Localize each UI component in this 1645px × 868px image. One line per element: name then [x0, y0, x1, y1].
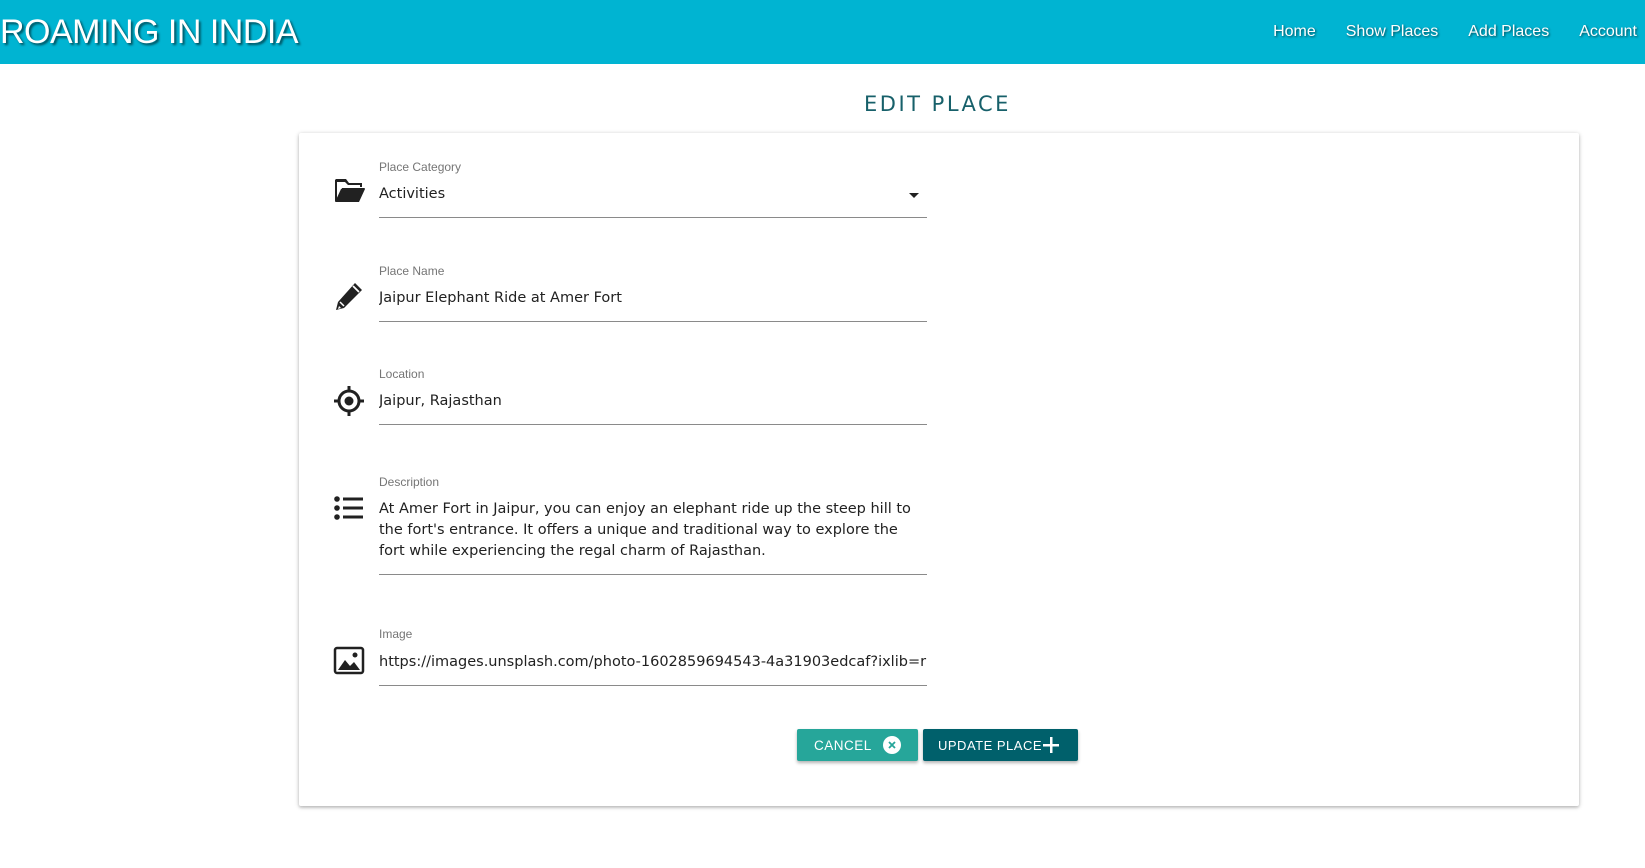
top-navbar: ROAMING IN INDIA Home Show Places Add Pl…	[0, 0, 1645, 64]
cancel-button-label: CANCEL	[814, 737, 872, 753]
cancel-circle-icon	[883, 736, 901, 754]
description-label: Description	[379, 475, 440, 489]
edit-place-form-card: Place Category Activities Place Name Jai…	[299, 133, 1579, 806]
place-category-underline	[379, 217, 927, 218]
place-name-label: Place Name	[379, 264, 445, 278]
image-icon	[333, 645, 365, 677]
place-category-select[interactable]: Activities	[379, 186, 927, 202]
update-place-button-label: UPDATE PLACE	[938, 737, 1043, 753]
location-label: Location	[379, 367, 425, 381]
update-place-button[interactable]: UPDATE PLACE	[923, 729, 1078, 761]
brand-logo[interactable]: ROAMING IN INDIA	[0, 12, 299, 52]
place-name-underline	[379, 321, 927, 322]
cancel-button[interactable]: CANCEL	[797, 729, 918, 761]
place-name-input[interactable]: Jaipur Elephant Ride at Amer Fort	[379, 290, 927, 306]
image-url-input[interactable]: https://images.unsplash.com/photo-160285…	[379, 654, 927, 670]
nav-add-places[interactable]: Add Places	[1468, 20, 1549, 44]
pencil-icon	[333, 280, 365, 312]
nav-home[interactable]: Home	[1273, 20, 1316, 44]
crosshair-icon	[333, 385, 365, 417]
image-label: Image	[379, 627, 413, 641]
description-textarea[interactable]: At Amer Fort in Jaipur, you can enjoy an…	[379, 499, 927, 562]
chevron-down-icon[interactable]	[909, 193, 919, 198]
main-nav: Home Show Places Add Places Account	[1243, 20, 1637, 44]
description-underline	[379, 574, 927, 575]
list-icon	[333, 493, 365, 525]
folder-open-icon	[333, 175, 365, 207]
location-input[interactable]: Jaipur, Rajasthan	[379, 393, 927, 409]
page-title: EDIT PLACE	[864, 92, 1011, 116]
nav-account[interactable]: Account	[1579, 20, 1637, 44]
image-underline	[379, 685, 927, 686]
location-underline	[379, 424, 927, 425]
place-category-label: Place Category	[379, 160, 462, 174]
nav-show-places[interactable]: Show Places	[1346, 20, 1439, 44]
plus-icon	[1043, 737, 1059, 753]
